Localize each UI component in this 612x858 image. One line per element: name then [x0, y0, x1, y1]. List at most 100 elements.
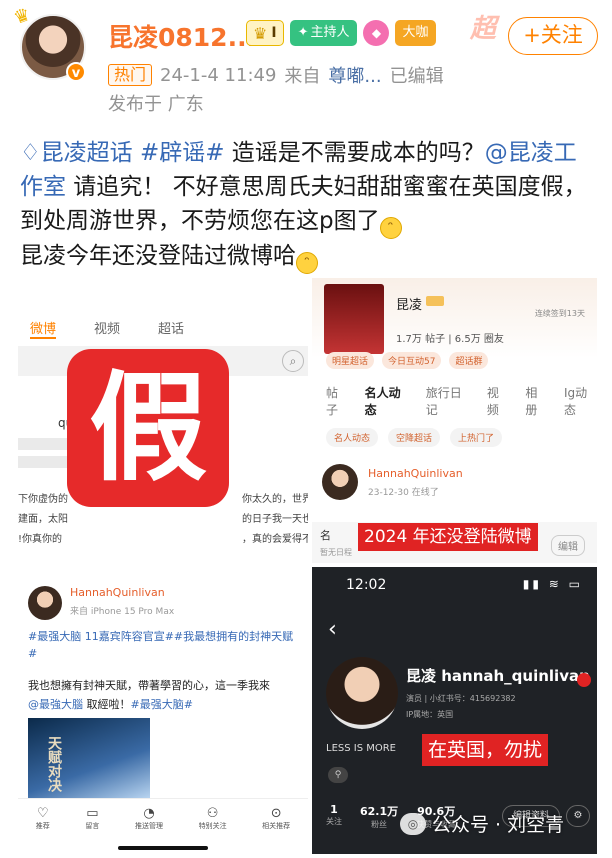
post-text: 昆凌今年还没登陆过微博哈 — [20, 243, 296, 269]
wechat-icon: ◎ — [400, 812, 426, 835]
filter-chips: 名人动态 空降超话 上热门了 — [326, 428, 503, 447]
nav-item: Ig动态 — [563, 386, 588, 417]
post-meta: 热门 24-1-4 11:49 来自 尊嘟... 已编辑 — [108, 62, 444, 88]
edit-chip: 编辑 — [551, 535, 585, 556]
badge-icon — [577, 673, 591, 687]
chip: 明星超话 — [326, 352, 375, 369]
bar-item: ⊙ 相关推荐 — [262, 806, 291, 830]
screenshot-text: 下你虚伪的 — [18, 494, 68, 505]
avatar — [326, 657, 398, 729]
screenshot-text: !你真你的 — [18, 534, 63, 545]
profile-bio: LESS IS MORE — [326, 743, 397, 754]
chip: 空降超话 — [388, 428, 441, 447]
nav-item: 视频 — [486, 386, 499, 417]
source-link[interactable]: 尊嘟... — [328, 62, 381, 88]
post-author: HannahQuinlivan — [70, 586, 165, 599]
hashtags: #最强大脑 11嘉宾阵容官宣##我最想拥有的封神天赋# — [28, 630, 294, 660]
schedule-hint: 暂无日程 — [320, 548, 352, 557]
profile-chips: 明星超话 今日互动57 超话群 — [326, 352, 489, 369]
stat-following: 1 关注 — [326, 803, 342, 826]
post-time: 23-12-30 在线了 — [368, 488, 439, 498]
bottom-tab-bar: ♡ 推荐 ▭ 留言 ◔ 推送管理 ⚇ 特别关注 ⊙ 相关推荐 — [18, 798, 308, 838]
screenshot-text: 你太久的，世界 — [242, 494, 308, 505]
watermark-text: 公众号 · 刘空青 — [432, 814, 565, 836]
post-location: 发布于 广东 — [108, 94, 204, 115]
medal-icon: ✦ — [297, 25, 309, 40]
hashtag-link[interactable]: #辟谣# — [140, 140, 225, 166]
nav-item-active: 名人动态 — [364, 386, 401, 417]
chip: 超话群 — [449, 352, 489, 369]
post-image-weibo-profile[interactable]: 昆凌 连续签到13天 1.7万 帖子 | 6.5万 圈友 明星超话 今日互动57… — [312, 278, 597, 563]
heart-icon: ♡ — [36, 806, 49, 821]
screenshot-text: 的日子我一天也 — [242, 514, 308, 525]
avatar — [28, 586, 62, 620]
topic-link[interactable]: ♢昆凌超话 — [20, 140, 133, 166]
weibo-tabs: 微博 视频 超话 — [30, 318, 300, 339]
checkin-streak: 连续签到13天 — [534, 309, 585, 318]
status-time: 12:02 — [346, 577, 387, 593]
post-author: HannahQuinlivan — [368, 467, 463, 480]
avatar — [322, 464, 358, 500]
bar-item: ⚇ 特别关注 — [198, 806, 227, 830]
profile-name: 昆凌 — [396, 298, 423, 313]
grin-emoji-icon: ᵔ — [296, 252, 318, 274]
video-title: 天赋对决 — [46, 736, 62, 792]
back-icon: ‹ — [328, 617, 337, 642]
badge-row: ♛ I ✦ 主持人 ◆ 大咖 — [246, 20, 436, 46]
hot-tag[interactable]: 热门 — [108, 64, 153, 86]
daka-badge[interactable]: 大咖 — [395, 20, 436, 46]
stat-followers: 62.1万 粉丝 — [360, 805, 399, 829]
bell-icon: ◔ — [143, 806, 155, 821]
red-caption: 在英国，勿扰 — [422, 734, 549, 766]
nav-item: 旅行日记 — [425, 386, 462, 417]
post-image-fake-screenshot[interactable]: 微博 视频 超话 ⌕ quinlivan 下你虚伪的 建面，太阳 !你真你的 你… — [18, 278, 308, 568]
comment-icon: ▭ — [86, 806, 99, 821]
tab-chaohua: 超话 — [158, 322, 185, 337]
host-badge[interactable]: ✦ 主持人 — [289, 20, 358, 46]
home-indicator — [118, 846, 208, 850]
gear-icon: ⚙ — [566, 805, 590, 827]
post-body: ♢昆凌超话 #辟谣# 造谣是不需要成本的吗？@昆凌工作室 请追究！ 不好意思周氏… — [20, 136, 595, 274]
ip-location: IP属地：英国 — [406, 710, 454, 719]
profile-nav: 帖子 名人动态 旅行日记 视频 相册 Ig动态 — [326, 384, 597, 418]
grin-emoji-icon: ᵔ — [379, 217, 402, 239]
nav-item: 相册 — [525, 386, 538, 417]
post-header: ♛ v 昆凌0812... ♛ I ✦ 主持人 ◆ 大咖 超 +关注 热门 24-… — [0, 0, 612, 120]
profile-id: 演员 | 小红书号：415692382 — [406, 694, 516, 703]
bar-item: ◔ 推送管理 — [134, 806, 163, 830]
chip: 上热门了 — [450, 428, 503, 447]
post-timestamp: 24-1-4 11:49 — [160, 64, 277, 86]
screenshot-text: 建面，太阳 — [18, 514, 68, 525]
tab-weibo: 微博 — [30, 318, 57, 339]
fake-stamp: 假 — [67, 349, 229, 507]
bar-item: ▭ 留言 — [85, 806, 100, 830]
diamond-icon: ♢ — [20, 140, 41, 166]
source-prefix: 来自 — [284, 66, 321, 87]
watermark: ◎ 公众号 · 刘空青 — [400, 810, 564, 837]
red-caption: 2024 年还没登陆微博 — [358, 523, 538, 551]
schedule-label: 名 — [320, 529, 331, 542]
follow-button[interactable]: +关注 — [508, 17, 598, 55]
chaohua-mark: 超 — [470, 14, 498, 44]
search-icon: ⌕ — [282, 350, 304, 372]
edited-label[interactable]: 已编辑 — [390, 62, 444, 88]
diamond-icon[interactable]: ◆ — [363, 20, 390, 46]
post-text: 请追究！ 不好意思周氏夫妇甜甜蜜蜜在英国度假，到处周游世界，不劳烦您在这p图了 — [20, 174, 587, 234]
author-name[interactable]: 昆凌0812... — [108, 18, 256, 54]
level-badge[interactable]: ♛ I — [246, 20, 284, 46]
profile-stats: 1.7万 帖子 | 6.5万 圈友 — [396, 334, 504, 345]
nav-item: 帖子 — [326, 386, 339, 417]
post-text: 造谣是不需要成本的吗？ — [224, 140, 485, 166]
settings-icon: ⊙ — [270, 806, 282, 821]
chip: 名人动态 — [326, 428, 379, 447]
post-text: 我也想擁有封神天賦，帶著學習的心，這一季我來 @最強大腦 取經啦！#最强大脑# — [28, 679, 270, 711]
bar-item: ♡ 推荐 — [35, 806, 50, 830]
level-label: I — [271, 25, 277, 41]
host-label: 主持人 — [310, 25, 350, 40]
profile-avatar — [324, 284, 384, 354]
post-image-weibo-post[interactable]: HannahQuinlivan 来自 iPhone 15 Pro Max #最强… — [18, 572, 308, 854]
location-icon: ⚲ — [328, 767, 348, 783]
post-source: 来自 iPhone 15 Pro Max — [70, 607, 175, 617]
screenshot-text: ，真的会爱得不 — [242, 534, 308, 545]
signal-icon: ▮▮ ≋ ▭ — [522, 577, 583, 591]
